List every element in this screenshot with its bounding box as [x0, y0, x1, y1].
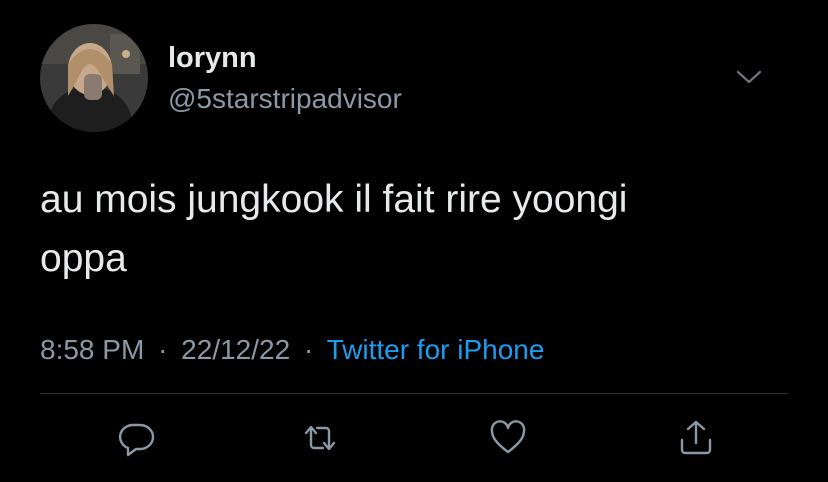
meta-separator: ·: [303, 334, 314, 365]
username-handle[interactable]: @5starstripadvisor: [168, 81, 402, 117]
tweet-source-link[interactable]: Twitter for iPhone: [327, 334, 545, 365]
share-button[interactable]: [676, 418, 716, 458]
retweet-button[interactable]: [300, 418, 340, 458]
more-options-button[interactable]: [734, 66, 764, 88]
tweet-text: au mois jungkook il fait rire yoongi opp…: [40, 178, 628, 280]
tweet-time[interactable]: 8:58 PM: [40, 334, 144, 365]
tweet-date[interactable]: 22/12/22: [181, 334, 290, 365]
avatar-image: [40, 24, 148, 132]
divider: [40, 393, 788, 394]
reply-icon: [118, 423, 155, 457]
like-button[interactable]: [488, 418, 528, 458]
retweet-icon: [304, 425, 336, 451]
share-icon: [680, 420, 712, 455]
avatar[interactable]: [40, 24, 148, 132]
display-name[interactable]: lorynn: [168, 40, 257, 76]
chevron-down-icon: [736, 70, 762, 84]
heart-icon: [490, 420, 526, 454]
tweet-metadata: 8:58 PM · 22/12/22 · Twitter for iPhone: [40, 330, 544, 370]
meta-separator: ·: [158, 334, 168, 365]
reply-button[interactable]: [116, 418, 156, 458]
